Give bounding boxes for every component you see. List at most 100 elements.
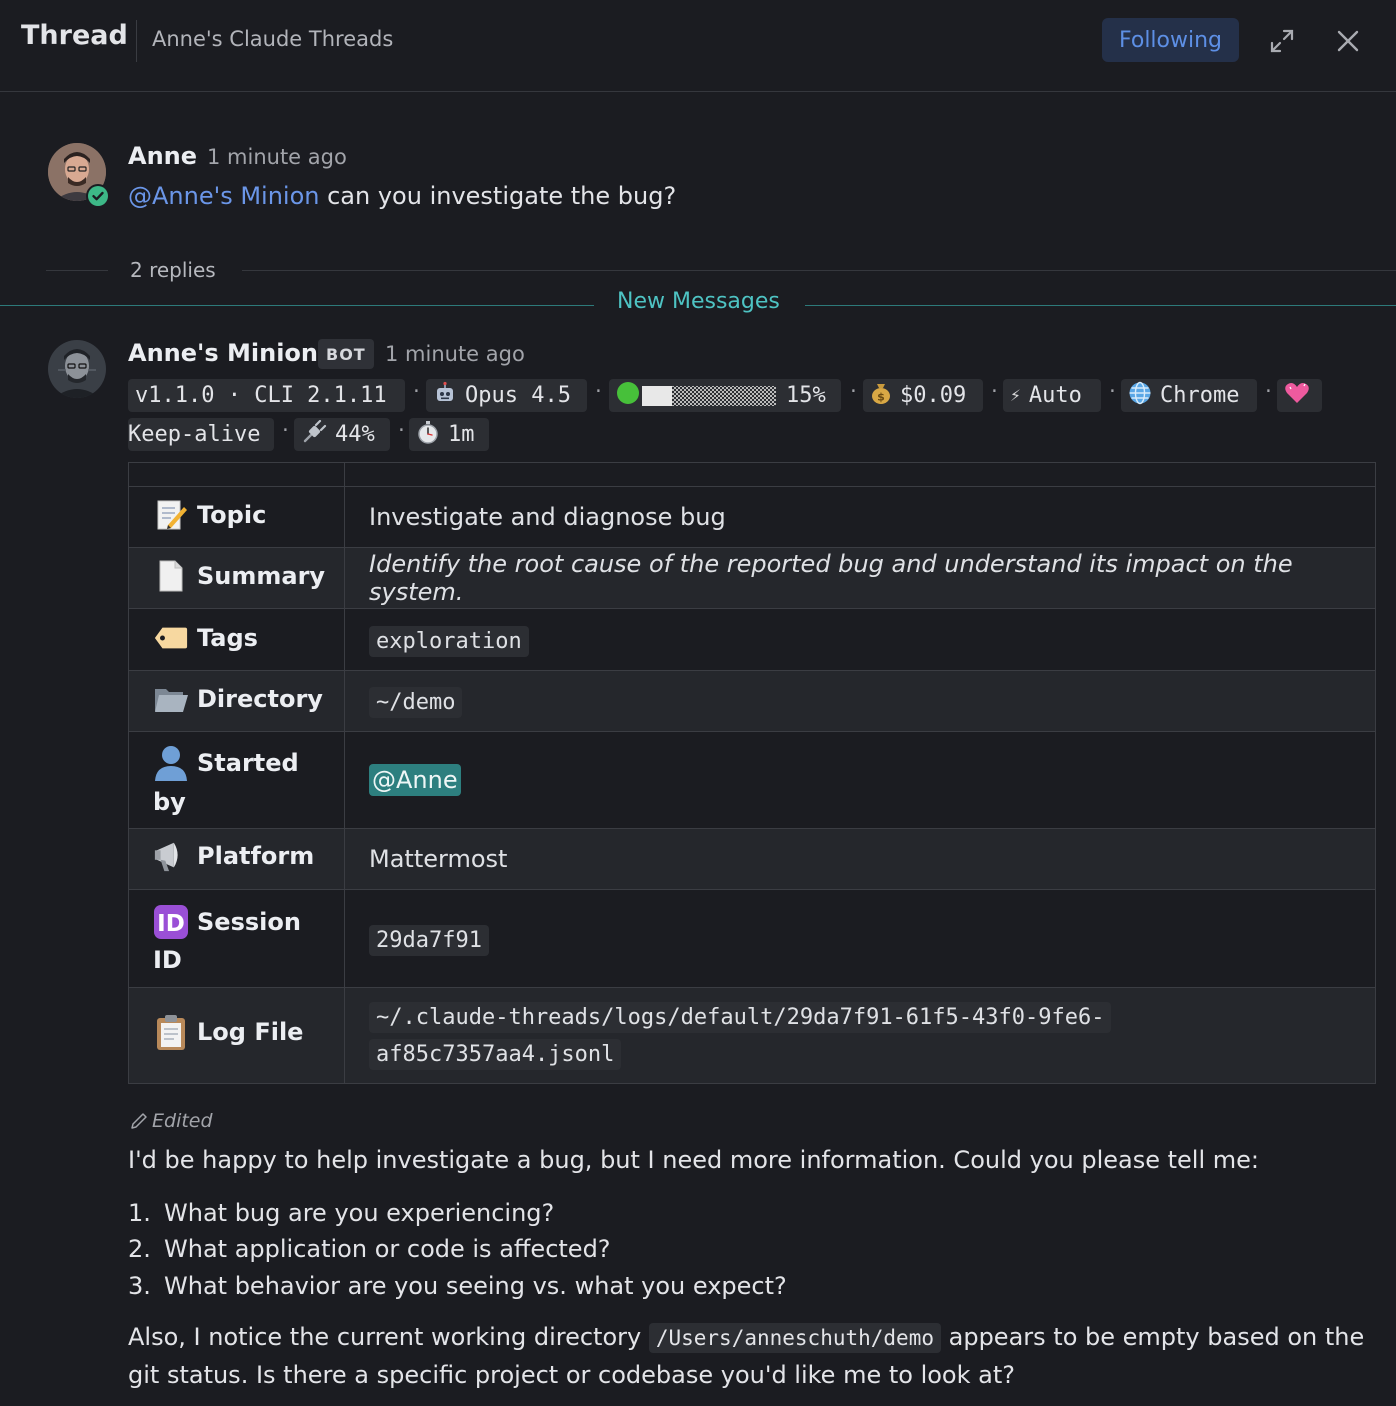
heart-chip [1277, 379, 1322, 412]
pencil-icon [131, 1113, 147, 1129]
log-file-path-line1: ~/.claude-threads/logs/default/29da7f91-… [369, 1001, 1112, 1033]
list-item: 1. What bug are you experiencing? [128, 1199, 554, 1227]
list-text: What behavior are you seeing vs. what yo… [164, 1272, 787, 1300]
summary-label: Summary [197, 561, 326, 590]
started-by-mention[interactable]: @Anne [369, 764, 461, 796]
status-line-continued: Keep-alive · 44% · 1m [128, 418, 1378, 452]
new-messages-line-right [805, 305, 1396, 306]
model-text: Opus 4.5 [465, 383, 571, 408]
edited-indicator: Edited [130, 1110, 213, 1132]
cost-chip: $ $0.09 [863, 379, 983, 412]
version-text: v1.1.0 · CLI 2.1.11 [135, 383, 387, 408]
id-button-icon: ID [153, 904, 189, 940]
battery-chip: 44% [294, 418, 390, 451]
root-post-message: @Anne's Minion can you investigate the b… [128, 182, 676, 210]
directory-path: ~/demo [369, 687, 463, 718]
megaphone-icon [153, 838, 189, 874]
log-file-label: Log File [197, 1018, 304, 1046]
check-icon [88, 186, 108, 206]
bot-reply-intro: I'd be happy to help investigate a bug, … [128, 1146, 1259, 1174]
mode-chip: ⚡ Auto [1003, 379, 1101, 412]
list-number: 1. [128, 1199, 151, 1227]
list-number: 2. [128, 1235, 151, 1263]
version-chip: v1.1.0 · CLI 2.1.11 [128, 379, 405, 412]
expand-icon [1270, 29, 1294, 53]
new-messages-line-left [0, 305, 594, 306]
folder-icon [153, 681, 189, 717]
context-percent-text: 15% [786, 383, 826, 408]
session-label: Session [197, 907, 301, 936]
table-header-row [128, 462, 1376, 487]
bot-post-author[interactable]: Anne's Minion [128, 339, 318, 367]
platform-label: Platform [197, 842, 315, 870]
started-label: Started [197, 748, 299, 777]
tag-exploration: exploration [369, 625, 529, 657]
bot-reply-outro-line1: Also, I notice the current working direc… [128, 1323, 1364, 1353]
directory-label: Directory [197, 685, 323, 713]
session-info-table: Topic Investigate and diagnose bug Summa… [128, 462, 1376, 1084]
battery-text: 44% [335, 422, 375, 447]
globe-icon [1128, 381, 1152, 411]
list-item: 3. What behavior are you seeing vs. what … [128, 1272, 787, 1300]
context-usage-chip: 15% [609, 379, 841, 412]
topic-value: Investigate and diagnose bug [344, 486, 1376, 548]
user-silhouette-icon [153, 745, 189, 781]
table-row-platform: Platform Mattermost [128, 828, 1376, 890]
tags-label: Tags [197, 624, 258, 652]
money-bag-icon: $ [870, 381, 892, 411]
memo-icon [153, 497, 189, 533]
table-row-log-file: Log File ~/.claude-threads/logs/default/… [128, 987, 1376, 1084]
header-channel-name[interactable]: Anne's Claude Threads [152, 27, 393, 51]
topic-label: Topic [197, 500, 267, 529]
list-number: 3. [128, 1272, 151, 1300]
session-label-id: ID [153, 945, 182, 974]
close-button[interactable] [1330, 24, 1366, 58]
outro-text-a: Also, I notice the current working direc… [128, 1323, 649, 1351]
table-row-tags: Tags exploration [128, 608, 1376, 671]
root-post-author[interactable]: Anne [128, 142, 197, 170]
table-row-summary: Summary Identify the root cause of the r… [128, 547, 1376, 609]
uptime-text: 1m [448, 422, 475, 447]
log-file-path: ~/.claude-threads/logs/default/29da7f91-… [369, 999, 1351, 1073]
uptime-chip: 1m [409, 418, 489, 451]
mode-text: Auto [1028, 383, 1082, 408]
new-messages-label: New Messages [617, 289, 780, 314]
replies-divider-right [242, 270, 1396, 271]
stopwatch-icon [416, 420, 440, 450]
sparkling-heart-icon [1284, 381, 1310, 411]
table-row-topic: Topic Investigate and diagnose bug [128, 486, 1376, 548]
close-icon [1337, 30, 1359, 52]
lightning-icon: ⚡ [1010, 385, 1021, 406]
list-item: 2. What application or code is affected? [128, 1235, 611, 1263]
mention-link[interactable]: @Anne's Minion [128, 182, 319, 210]
root-post-time[interactable]: 1 minute ago [207, 145, 347, 169]
context-progress-bar [640, 385, 778, 407]
plug-icon [301, 419, 327, 450]
model-chip: Opus 4.5 [426, 379, 587, 412]
platform-value: Mattermost [344, 828, 1376, 890]
browser-chip: Chrome [1121, 379, 1257, 412]
replies-count: 2 replies [130, 258, 216, 282]
root-post-text: can you investigate the bug? [319, 182, 677, 210]
svg-text:$: $ [877, 390, 885, 403]
online-status-indicator [86, 184, 110, 208]
header-title: Thread [21, 20, 128, 51]
expand-button[interactable] [1264, 24, 1300, 58]
browser-text: Chrome [1160, 383, 1240, 408]
bot-avatar[interactable] [48, 340, 106, 398]
bot-post-time[interactable]: 1 minute ago [385, 342, 525, 366]
thread-header: Thread Anne's Claude Threads Following [0, 0, 1396, 92]
list-text: What bug are you experiencing? [164, 1199, 555, 1227]
started-label-by: by [153, 787, 186, 816]
status-line: v1.1.0 · CLI 2.1.11 · Opus 4.5 · 15% · $… [128, 379, 1378, 413]
clipboard-icon [153, 1014, 189, 1050]
log-file-path-line2: af85c7357aa4.jsonl [369, 1038, 622, 1070]
keepalive-text: Keep-alive [128, 422, 261, 447]
working-directory-code: /Users/anneschuth/demo [648, 1323, 941, 1353]
green-circle-icon [616, 381, 640, 411]
page-icon [153, 558, 189, 594]
following-button[interactable]: Following [1102, 18, 1239, 62]
svg-text:ID: ID [157, 911, 185, 937]
bot-reply-outro-line2: git status. Is there a specific project … [128, 1361, 1015, 1389]
table-row-started-by: Started by @Anne [128, 731, 1376, 829]
